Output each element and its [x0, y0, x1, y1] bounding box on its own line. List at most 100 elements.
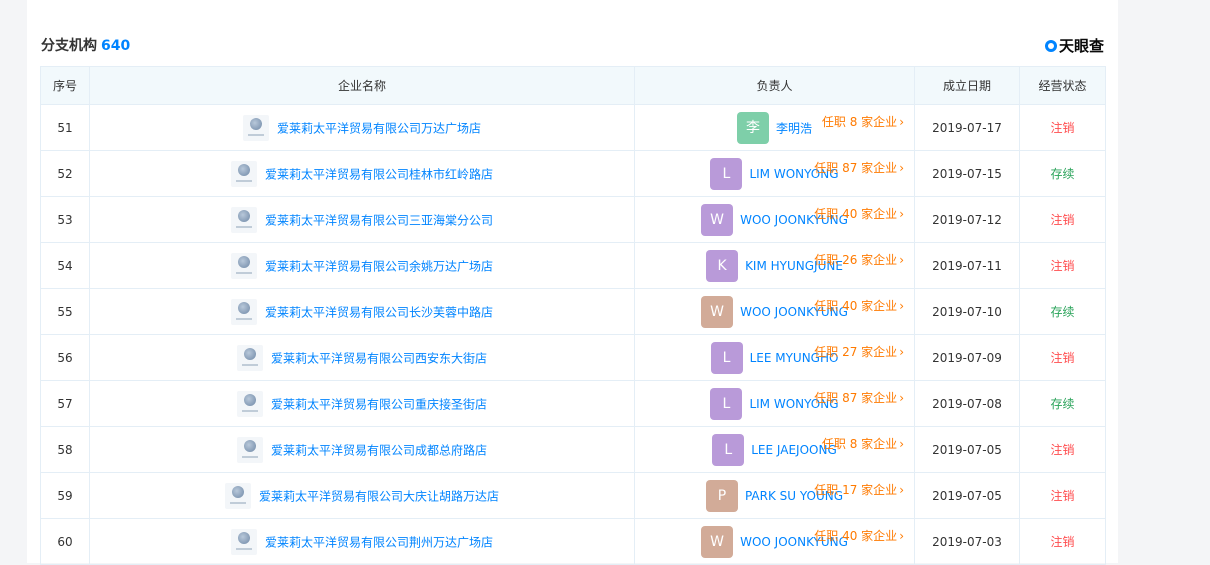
roles-link[interactable]: 任职 40 家企业 ›: [814, 297, 904, 314]
company-cell: 爱莱莉太平洋贸易有限公司三亚海棠分公司: [89, 196, 635, 243]
row-index: 52: [40, 150, 90, 197]
person-avatar[interactable]: L: [710, 341, 743, 374]
person-avatar[interactable]: W: [701, 295, 734, 328]
company-logo-icon: [224, 482, 251, 509]
roles-text: 任职 40 家企业: [814, 299, 898, 313]
person-avatar[interactable]: L: [712, 433, 745, 466]
person-cell: L LIM WONYONG 任职 87 家企业 ›: [634, 150, 915, 197]
person-avatar[interactable]: W: [701, 203, 734, 236]
branch-table: 序号 企业名称 负责人 成立日期 经营状态 51 爱莱莉太平洋贸易有限公司万达广场…: [40, 66, 1106, 565]
roles-text: 任职 40 家企业: [814, 529, 898, 543]
established-date: 2019-07-03: [914, 518, 1020, 565]
section-title: 分支机构 640: [41, 35, 130, 57]
row-index: 53: [40, 196, 90, 243]
section-header: 分支机构 640 天眼查: [41, 35, 1104, 57]
table-row: 53 爱莱莉太平洋贸易有限公司三亚海棠分公司 W WOO JOONKYUNG 任职 40…: [40, 196, 1106, 243]
established-date: 2019-07-11: [914, 242, 1020, 289]
person-avatar[interactable]: 李: [736, 111, 769, 144]
person-cell: W WOO JOONKYUNG 任职 40 家企业 ›: [634, 196, 915, 243]
person-avatar[interactable]: L: [710, 157, 743, 190]
company-link[interactable]: 爱莱莉太平洋贸易有限公司三亚海棠分公司: [265, 213, 493, 227]
company-cell: 爱莱莉太平洋贸易有限公司余姚万达广场店: [89, 242, 635, 289]
established-date: 2019-07-09: [914, 334, 1020, 381]
section-title-text: 分支机构: [41, 38, 97, 54]
status-badge: 存续: [1019, 288, 1106, 335]
company-link[interactable]: 爱莱莉太平洋贸易有限公司成都总府路店: [271, 443, 487, 457]
status-badge: 存续: [1019, 150, 1106, 197]
person-cell: L LEE JAEJOONG 任职 8 家企业 ›: [634, 426, 915, 473]
person-name-link[interactable]: 李明浩: [776, 121, 812, 135]
company-link[interactable]: 爱莱莉太平洋贸易有限公司万达广场店: [277, 121, 481, 135]
row-index: 58: [40, 426, 90, 473]
company-logo-icon: [236, 436, 263, 463]
roles-text: 任职 27 家企业: [814, 345, 898, 359]
roles-link[interactable]: 任职 17 家企业 ›: [814, 481, 904, 498]
company-logo-icon: [230, 252, 257, 279]
roles-link[interactable]: 任职 8 家企业 ›: [822, 113, 904, 130]
roles-text: 任职 26 家企业: [814, 253, 898, 267]
roles-text: 任职 87 家企业: [814, 391, 898, 405]
company-link[interactable]: 爱莱莉太平洋贸易有限公司重庆接圣街店: [271, 397, 487, 411]
table-header-row: 序号 企业名称 负责人 成立日期 经营状态: [40, 66, 1106, 105]
person-avatar[interactable]: L: [710, 387, 743, 420]
chevron-right-icon: ›: [899, 529, 904, 543]
company-cell: 爱莱莉太平洋贸易有限公司大庆让胡路万达店: [89, 472, 635, 519]
table-row: 54 爱莱莉太平洋贸易有限公司余姚万达广场店 K KIM HYUNGJUNE 任职 26…: [40, 242, 1106, 289]
company-logo-icon: [230, 206, 257, 233]
person-cell: 李李明浩 任职 8 家企业 ›: [634, 104, 915, 151]
company-cell: 爱莱莉太平洋贸易有限公司西安东大街店: [89, 334, 635, 381]
company-link[interactable]: 爱莱莉太平洋贸易有限公司大庆让胡路万达店: [259, 489, 499, 503]
header-date: 成立日期: [914, 66, 1020, 105]
branch-count: 640: [101, 38, 131, 54]
row-index: 57: [40, 380, 90, 427]
roles-link[interactable]: 任职 26 家企业 ›: [814, 251, 904, 268]
established-date: 2019-07-05: [914, 426, 1020, 473]
roles-link[interactable]: 任职 27 家企业 ›: [814, 343, 904, 360]
person-avatar[interactable]: P: [705, 479, 738, 512]
company-cell: 爱莱莉太平洋贸易有限公司荆州万达广场店: [89, 518, 635, 565]
company-link[interactable]: 爱莱莉太平洋贸易有限公司长沙芙蓉中路店: [265, 305, 493, 319]
header-company: 企业名称: [89, 66, 635, 105]
row-index: 59: [40, 472, 90, 519]
row-index: 51: [40, 104, 90, 151]
status-badge: 注销: [1019, 334, 1106, 381]
company-cell: 爱莱莉太平洋贸易有限公司重庆接圣街店: [89, 380, 635, 427]
roles-link[interactable]: 任职 87 家企业 ›: [814, 159, 904, 176]
brand-logo[interactable]: 天眼查: [1044, 35, 1104, 57]
company-link[interactable]: 爱莱莉太平洋贸易有限公司余姚万达广场店: [265, 259, 493, 273]
header-index: 序号: [40, 66, 90, 105]
row-index: 54: [40, 242, 90, 289]
roles-link[interactable]: 任职 40 家企业 ›: [814, 205, 904, 222]
chevron-right-icon: ›: [899, 483, 904, 497]
person-avatar[interactable]: W: [701, 525, 734, 558]
established-date: 2019-07-17: [914, 104, 1020, 151]
company-cell: 爱莱莉太平洋贸易有限公司长沙芙蓉中路店: [89, 288, 635, 335]
brand-icon: [1044, 40, 1057, 52]
chevron-right-icon: ›: [899, 115, 904, 129]
status-badge: 注销: [1019, 104, 1106, 151]
company-link[interactable]: 爱莱莉太平洋贸易有限公司荆州万达广场店: [265, 535, 493, 549]
company-logo-icon: [230, 528, 257, 555]
header-status: 经营状态: [1019, 66, 1106, 105]
table-row: 56 爱莱莉太平洋贸易有限公司西安东大街店 L LEE MYUNGHO 任职 27 家企…: [40, 334, 1106, 381]
table-row: 59 爱莱莉太平洋贸易有限公司大庆让胡路万达店 P PARK SU YOUNG 任职 1…: [40, 472, 1106, 519]
roles-link[interactable]: 任职 87 家企业 ›: [814, 389, 904, 406]
company-link[interactable]: 爱莱莉太平洋贸易有限公司桂林市红岭路店: [265, 167, 493, 181]
person-cell: L LEE MYUNGHO 任职 27 家企业 ›: [634, 334, 915, 381]
chevron-right-icon: ›: [899, 207, 904, 221]
status-badge: 注销: [1019, 196, 1106, 243]
roles-text: 任职 87 家企业: [814, 161, 898, 175]
roles-link[interactable]: 任职 8 家企业 ›: [822, 435, 904, 452]
roles-link[interactable]: 任职 40 家企业 ›: [814, 527, 904, 544]
person-cell: K KIM HYUNGJUNE 任职 26 家企业 ›: [634, 242, 915, 289]
branch-panel: 分支机构 640 天眼查 序号 企业名称 负责人 成立日期 经营状态 51 爱莱莉太…: [27, 0, 1118, 565]
person-cell: P PARK SU YOUNG 任职 17 家企业 ›: [634, 472, 915, 519]
roles-text: 任职 8 家企业: [821, 437, 898, 451]
company-link[interactable]: 爱莱莉太平洋贸易有限公司西安东大街店: [271, 351, 487, 365]
company-logo-icon: [230, 298, 257, 325]
person-avatar[interactable]: K: [706, 249, 739, 282]
chevron-right-icon: ›: [899, 299, 904, 313]
chevron-right-icon: ›: [899, 161, 904, 175]
table-row: 55 爱莱莉太平洋贸易有限公司长沙芙蓉中路店 W WOO JOONKYUNG 任职 40…: [40, 288, 1106, 335]
company-logo-icon: [236, 344, 263, 371]
